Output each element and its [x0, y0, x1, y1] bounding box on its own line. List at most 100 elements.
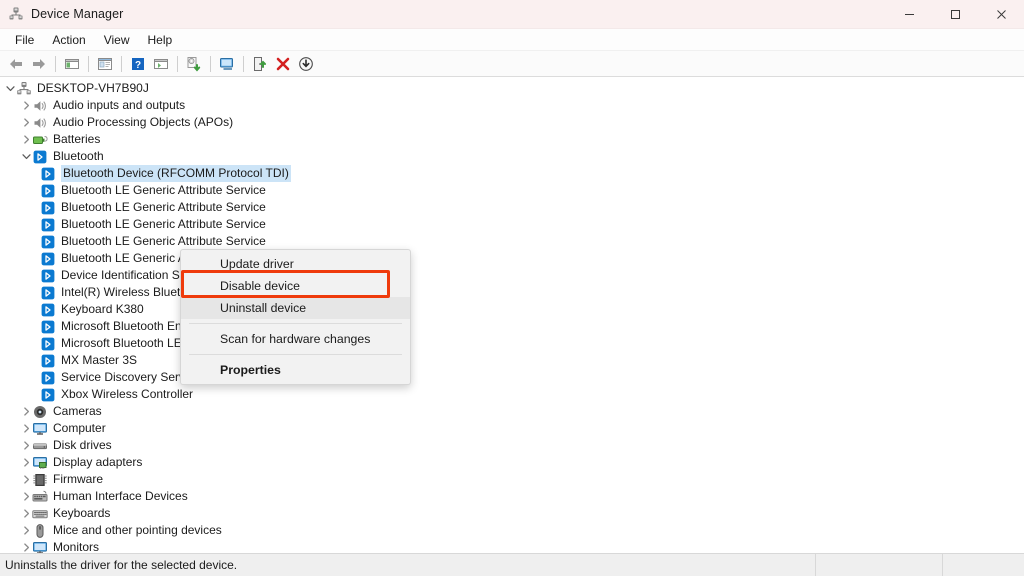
- chevron-right-icon[interactable]: [20, 539, 32, 553]
- close-button[interactable]: [978, 0, 1024, 28]
- chevron-right-icon[interactable]: [20, 522, 32, 539]
- bluetooth-icon: [40, 387, 56, 403]
- chevron-right-icon[interactable]: [20, 420, 32, 437]
- tree-item-label: Display adapters: [53, 455, 143, 469]
- tree-item[interactable]: DESKTOP-VH7B90J: [0, 80, 1024, 97]
- tree-item[interactable]: Bluetooth LE Generic Attribute Service: [0, 216, 1024, 233]
- menu-action[interactable]: Action: [43, 31, 94, 49]
- tree-item-label: Xbox Wireless Controller: [61, 387, 194, 401]
- help-icon[interactable]: ?: [127, 53, 149, 74]
- scan-hardware-changes-icon[interactable]: [216, 53, 238, 74]
- chevron-right-icon[interactable]: [20, 403, 32, 420]
- tree-item[interactable]: Audio inputs and outputs: [0, 97, 1024, 114]
- toolbar-separator: [243, 55, 244, 72]
- mouse-icon: [32, 523, 48, 539]
- tree-item[interactable]: Mice and other pointing devices: [0, 522, 1024, 539]
- chevron-right-icon[interactable]: [20, 437, 32, 454]
- chevron-right-icon[interactable]: [20, 488, 32, 505]
- context-menu-item-label: Update driver: [220, 257, 294, 271]
- tree-item-label: Bluetooth LE Generic Attribute Service: [61, 200, 266, 214]
- tree-item[interactable]: Bluetooth LE Generic Attribute Service: [0, 233, 1024, 250]
- context-menu-item-update-driver[interactable]: Update driver: [181, 253, 410, 275]
- chevron-right-icon[interactable]: [20, 454, 32, 471]
- window-title: Device Manager: [31, 7, 124, 21]
- tree-item-label: Bluetooth LE Generic Attribute Service: [61, 183, 266, 197]
- context-menu-item-properties[interactable]: Properties: [181, 359, 410, 381]
- chevron-right-icon[interactable]: [20, 471, 32, 488]
- tree-item[interactable]: Batteries: [0, 131, 1024, 148]
- device-tree[interactable]: DESKTOP-VH7B90J Audio inputs and outputs A…: [0, 77, 1024, 553]
- context-menu-item-scan-for-hardware-changes[interactable]: Scan for hardware changes: [181, 328, 410, 350]
- device-manager-window: Device Manager File Action View Help ? D…: [0, 0, 1024, 576]
- tree-item[interactable]: Intel(R) Wireless Bluetooth(R): [0, 284, 1024, 301]
- back-icon[interactable]: [5, 53, 27, 74]
- monitor-icon: [32, 421, 48, 437]
- tree-item[interactable]: Bluetooth: [0, 148, 1024, 165]
- context-menu[interactable]: Update driver Disable device Uninstall dev…: [180, 249, 411, 385]
- chevron-down-icon[interactable]: [4, 80, 16, 97]
- device-manager-icon: [8, 6, 24, 22]
- context-menu-item-uninstall-device[interactable]: Uninstall device: [181, 297, 410, 319]
- tree-item-label: MX Master 3S: [61, 353, 138, 367]
- context-menu-item-label: Properties: [220, 363, 281, 377]
- menu-file[interactable]: File: [6, 31, 43, 49]
- tree-item-label: Cameras: [53, 404, 102, 418]
- bluetooth-icon: [40, 200, 56, 216]
- tree-item[interactable]: Human Interface Devices: [0, 488, 1024, 505]
- bluetooth-icon: [40, 302, 56, 318]
- window-controls: [886, 0, 1024, 28]
- chevron-right-icon[interactable]: [20, 505, 32, 522]
- tree-item[interactable]: Bluetooth LE Generic Attribute Service: [0, 182, 1024, 199]
- tree-item[interactable]: Bluetooth LE Generic Attribute Service: [0, 250, 1024, 267]
- tree-item[interactable]: Microsoft Bluetooth Enumerator: [0, 318, 1024, 335]
- toolbar-separator: [88, 55, 89, 72]
- tree-item[interactable]: Xbox Wireless Controller: [0, 386, 1024, 403]
- tree-item[interactable]: Display adapters: [0, 454, 1024, 471]
- tree-item-label: Bluetooth: [53, 149, 104, 163]
- minimize-button[interactable]: [886, 0, 932, 28]
- tree-item[interactable]: Microsoft Bluetooth LE Enumerator: [0, 335, 1024, 352]
- tree-item[interactable]: Bluetooth LE Generic Attribute Service: [0, 199, 1024, 216]
- toolbar-separator: [55, 55, 56, 72]
- chevron-right-icon[interactable]: [20, 131, 32, 148]
- tree-item[interactable]: Firmware: [0, 471, 1024, 488]
- bluetooth-icon: [40, 234, 56, 250]
- tree-item-label: Monitors: [53, 540, 100, 553]
- update-driver-icon[interactable]: [183, 53, 205, 74]
- status-bar: Uninstalls the driver for the selected d…: [0, 553, 1024, 576]
- device-tree-panel[interactable]: DESKTOP-VH7B90J Audio inputs and outputs A…: [0, 77, 1024, 553]
- tree-item-label: Computer: [53, 421, 106, 435]
- tree-item[interactable]: Keyboard K380: [0, 301, 1024, 318]
- tree-item[interactable]: Audio Processing Objects (APOs): [0, 114, 1024, 131]
- tree-item[interactable]: Cameras: [0, 403, 1024, 420]
- chevron-right-icon[interactable]: [20, 97, 32, 114]
- menu-help[interactable]: Help: [139, 31, 182, 49]
- tree-item[interactable]: Monitors: [0, 539, 1024, 553]
- uninstall-device-icon[interactable]: [272, 53, 294, 74]
- keyboard-icon: [32, 506, 48, 522]
- speaker-icon: [32, 98, 48, 114]
- tree-item[interactable]: Device Identification Service: [0, 267, 1024, 284]
- tree-item[interactable]: Bluetooth Device (RFCOMM Protocol TDI): [0, 165, 1024, 182]
- tree-item[interactable]: Computer: [0, 420, 1024, 437]
- disable-device-icon[interactable]: [295, 53, 317, 74]
- tree-item[interactable]: Keyboards: [0, 505, 1024, 522]
- status-divider: [942, 554, 943, 576]
- chevron-down-icon[interactable]: [20, 148, 32, 165]
- show-hide-console-tree-icon[interactable]: [61, 53, 83, 74]
- properties-icon[interactable]: [94, 53, 116, 74]
- firmware-chip-icon: [32, 472, 48, 488]
- maximize-button[interactable]: [932, 0, 978, 28]
- view-icon[interactable]: [150, 53, 172, 74]
- disk-drive-icon: [32, 438, 48, 454]
- tree-item[interactable]: Service Discovery Service: [0, 369, 1024, 386]
- tree-item[interactable]: Disk drives: [0, 437, 1024, 454]
- chevron-right-icon[interactable]: [20, 114, 32, 131]
- tree-item-label: Keyboard K380: [61, 302, 144, 316]
- enable-device-icon[interactable]: [249, 53, 271, 74]
- forward-icon[interactable]: [28, 53, 50, 74]
- context-menu-item-disable-device[interactable]: Disable device: [181, 275, 410, 297]
- tree-item[interactable]: MX Master 3S: [0, 352, 1024, 369]
- menu-view[interactable]: View: [95, 31, 139, 49]
- svg-text:?: ?: [135, 60, 141, 71]
